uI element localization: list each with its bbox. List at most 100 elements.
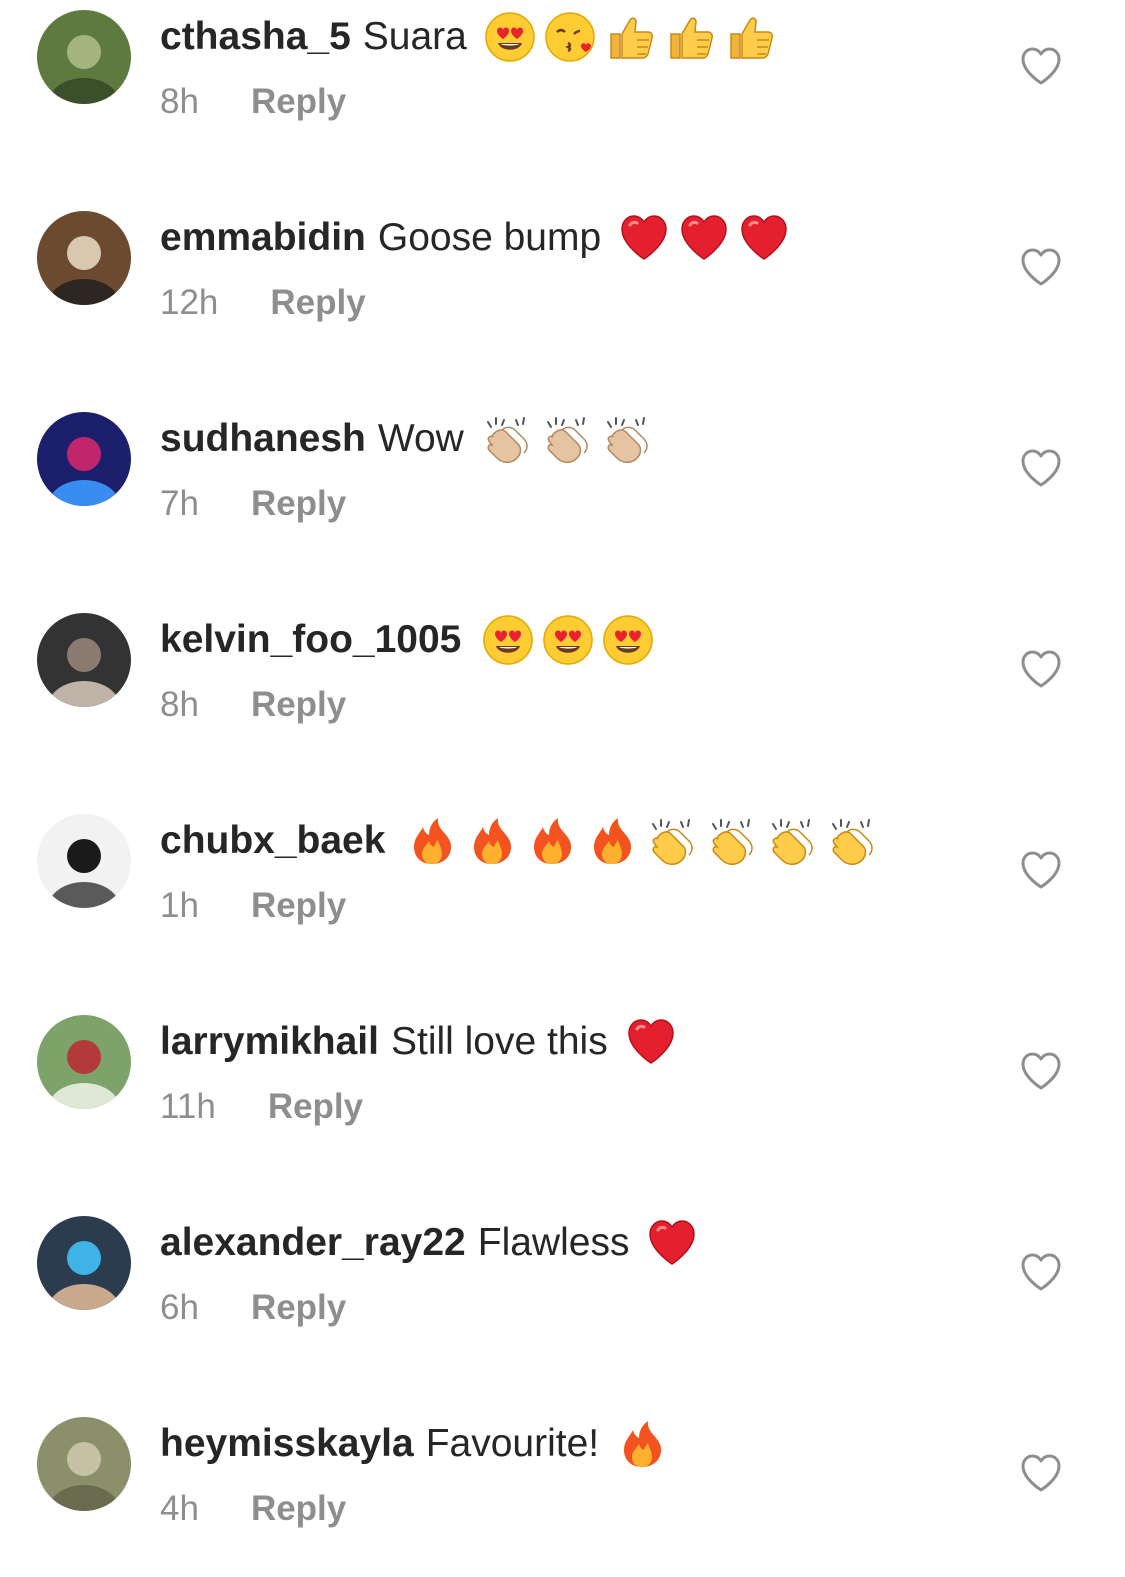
comment-emojis: [609, 1417, 669, 1471]
clapping-hands-emoji-icon: [705, 814, 759, 868]
avatar[interactable]: [37, 1015, 131, 1109]
red-heart-emoji-icon: [624, 1015, 678, 1069]
comment-emojis: [639, 1216, 699, 1270]
comment-meta: 8h Reply: [160, 82, 346, 122]
heart-eyes-emoji-icon: [481, 613, 535, 667]
comment-emojis: [618, 1015, 678, 1069]
comment-text: Suara: [362, 15, 467, 58]
comment-meta: 7h Reply: [160, 484, 346, 524]
comment-body: chubx_baek: [160, 814, 879, 868]
avatar[interactable]: [37, 10, 131, 104]
like-heart-icon[interactable]: [1020, 1051, 1062, 1091]
comment-row: heymisskayla Favourite! 4h Reply: [0, 1417, 1125, 1577]
thumbs-up-emoji-icon: [663, 10, 717, 64]
comment-row: kelvin_foo_1005 8h Reply: [0, 613, 1125, 773]
comment-row: larrymikhail Still love this 11h Reply: [0, 1015, 1125, 1175]
comment-body: larrymikhail Still love this: [160, 1015, 678, 1069]
comment-row: sudhanesh Wow 7h Reply: [0, 412, 1125, 572]
comment-meta: 4h Reply: [160, 1489, 346, 1529]
comment-username[interactable]: heymisskayla: [160, 1417, 414, 1471]
avatar[interactable]: [37, 613, 131, 707]
comment-body: heymisskayla Favourite!: [160, 1417, 669, 1471]
comment-timestamp: 1h: [160, 886, 199, 925]
comment-row: alexander_ray22 Flawless 6h Reply: [0, 1216, 1125, 1376]
thumbs-up-emoji-icon: [723, 10, 777, 64]
comment-timestamp: 7h: [160, 484, 199, 523]
reply-button[interactable]: Reply: [268, 1087, 363, 1127]
fire-emoji-icon: [405, 814, 459, 868]
red-heart-emoji-icon: [737, 211, 791, 265]
comment-meta: 6h Reply: [160, 1288, 346, 1328]
comment-meta: 8h Reply: [160, 685, 346, 725]
comment-meta: 11h Reply: [160, 1087, 363, 1127]
comment-meta: 1h Reply: [160, 886, 346, 926]
reply-button[interactable]: Reply: [270, 283, 365, 323]
comment-username[interactable]: cthasha_5: [160, 10, 351, 64]
like-heart-icon[interactable]: [1020, 649, 1062, 689]
comment-body: cthasha_5 Suara: [160, 10, 777, 64]
heart-eyes-emoji-icon: [601, 613, 655, 667]
fire-emoji-icon: [615, 1417, 669, 1471]
comment-text: Still love this: [390, 1020, 608, 1063]
comment-username[interactable]: alexander_ray22: [160, 1216, 466, 1270]
comment-emojis: [475, 613, 655, 667]
comment-body: alexander_ray22 Flawless: [160, 1216, 699, 1270]
fire-emoji-icon: [525, 814, 579, 868]
avatar[interactable]: [37, 211, 131, 305]
comment-username[interactable]: chubx_baek: [160, 814, 385, 868]
comment-emojis: [474, 412, 654, 466]
kissing-heart-emoji-icon: [543, 10, 597, 64]
comment-emojis: [477, 10, 777, 64]
avatar[interactable]: [37, 1417, 131, 1511]
avatar[interactable]: [37, 1216, 131, 1310]
comment-timestamp: 8h: [160, 82, 199, 121]
comment-row: emmabidin Goose bump 12h Reply: [0, 211, 1125, 371]
comment-list: cthasha_5 Suara 8h Reply emmabidin Goose bu…: [0, 0, 1125, 1563]
reply-button[interactable]: Reply: [251, 886, 346, 926]
comment-emojis: [399, 814, 879, 868]
clapping-hands-light-emoji-icon: [540, 412, 594, 466]
thumbs-up-emoji-icon: [603, 10, 657, 64]
reply-button[interactable]: Reply: [251, 685, 346, 725]
comment-timestamp: 6h: [160, 1288, 199, 1327]
comment-username[interactable]: kelvin_foo_1005: [160, 613, 461, 667]
comment-body: sudhanesh Wow: [160, 412, 654, 466]
like-heart-icon[interactable]: [1020, 448, 1062, 488]
comment-username[interactable]: larrymikhail: [160, 1015, 379, 1069]
comment-username[interactable]: sudhanesh: [160, 412, 366, 466]
reply-button[interactable]: Reply: [251, 1288, 346, 1328]
comment-row: cthasha_5 Suara 8h Reply: [0, 10, 1125, 170]
like-heart-icon[interactable]: [1020, 1252, 1062, 1292]
like-heart-icon[interactable]: [1020, 46, 1062, 86]
comment-row: chubx_baek 1h Reply: [0, 814, 1125, 974]
comment-body: emmabidin Goose bump: [160, 211, 791, 265]
comment-text: Goose bump: [377, 216, 602, 259]
reply-button[interactable]: Reply: [251, 1489, 346, 1529]
comment-text: Wow: [377, 417, 464, 460]
avatar[interactable]: [37, 412, 131, 506]
fire-emoji-icon: [585, 814, 639, 868]
red-heart-emoji-icon: [677, 211, 731, 265]
like-heart-icon[interactable]: [1020, 247, 1062, 287]
reply-button[interactable]: Reply: [251, 484, 346, 524]
comment-timestamp: 4h: [160, 1489, 199, 1528]
comment-timestamp: 8h: [160, 685, 199, 724]
like-heart-icon[interactable]: [1020, 1453, 1062, 1493]
reply-button[interactable]: Reply: [251, 82, 346, 122]
clapping-hands-light-emoji-icon: [480, 412, 534, 466]
like-heart-icon[interactable]: [1020, 850, 1062, 890]
comment-text: Favourite!: [425, 1422, 600, 1465]
comment-emojis: [611, 211, 791, 265]
comment-username[interactable]: emmabidin: [160, 211, 366, 265]
heart-eyes-emoji-icon: [541, 613, 595, 667]
clapping-hands-emoji-icon: [765, 814, 819, 868]
clapping-hands-emoji-icon: [645, 814, 699, 868]
avatar[interactable]: [37, 814, 131, 908]
clapping-hands-light-emoji-icon: [600, 412, 654, 466]
comment-text: Flawless: [477, 1221, 630, 1264]
heart-eyes-emoji-icon: [483, 10, 537, 64]
clapping-hands-emoji-icon: [825, 814, 879, 868]
comment-body: kelvin_foo_1005: [160, 613, 655, 667]
red-heart-emoji-icon: [645, 1216, 699, 1270]
fire-emoji-icon: [465, 814, 519, 868]
